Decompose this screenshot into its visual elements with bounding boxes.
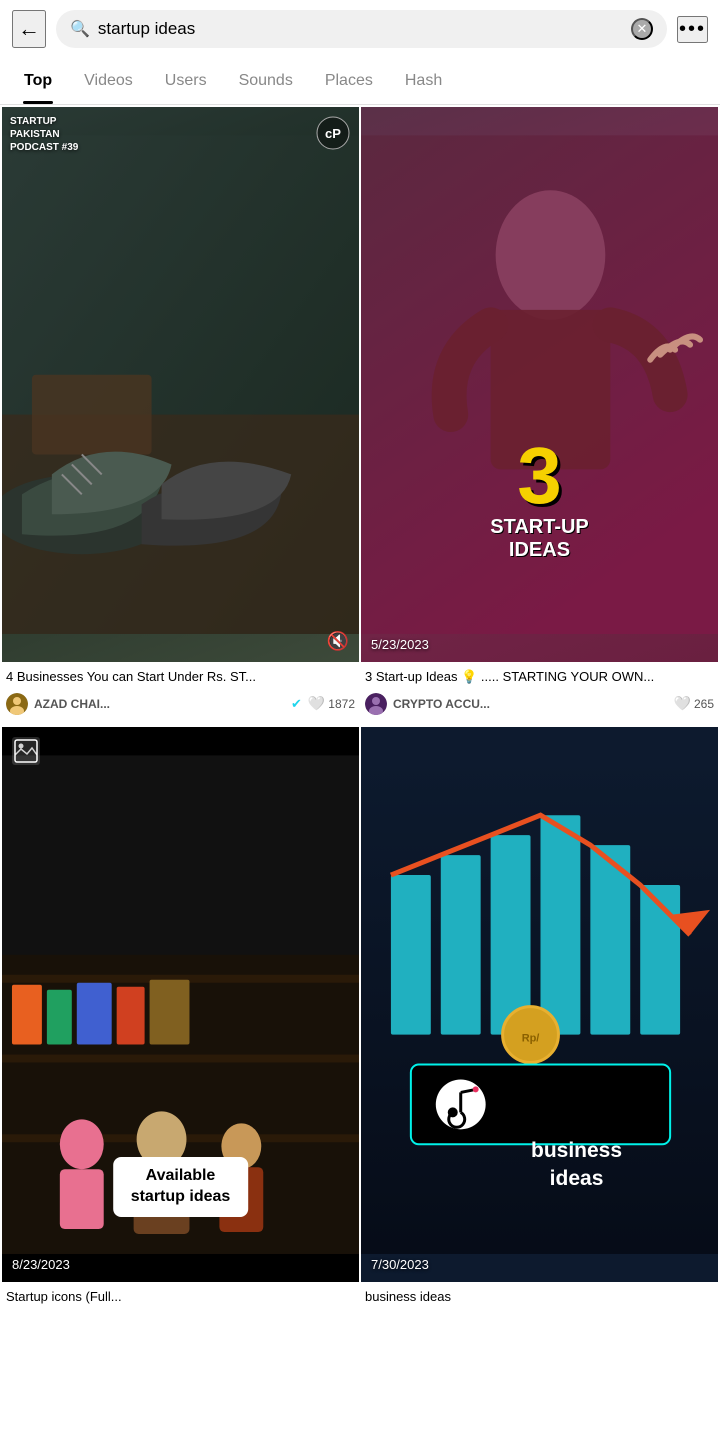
username-1: AZAD CHAI... xyxy=(34,697,285,711)
big-number-2: 3 xyxy=(490,436,589,516)
search-query-text: startup ideas xyxy=(98,19,623,39)
card-info-1: 4 Businesses You can Start Under Rs. ST.… xyxy=(2,662,359,724)
tabs-bar: Top Videos Users Sounds Places Hash xyxy=(0,58,720,105)
username-2: CRYPTO ACCU... xyxy=(393,697,668,711)
overlay-tl-1: STARTUPPAKISTANPODCAST #39 xyxy=(10,115,78,154)
tab-users[interactable]: Users xyxy=(149,58,223,104)
thumbnail-3: Availablestartup ideas 8/23/2023 xyxy=(2,727,359,1282)
thumbnail-1: STARTUPPAKISTANPODCAST #39 cP 🔇 xyxy=(2,107,359,662)
verified-badge-1: ✔ xyxy=(291,696,302,712)
number-text-2: START-UPIDEAS xyxy=(490,516,589,562)
likes-2: 🤍 265 xyxy=(674,695,714,712)
label-text-3: Availablestartup ideas xyxy=(131,1166,231,1208)
date-badge-4: 7/30/2023 xyxy=(371,1257,429,1272)
label-available-3: Availablestartup ideas xyxy=(113,1157,249,1217)
heart-icon-1: 🤍 xyxy=(308,695,325,712)
thumbnail-4: Rp/ businessideas 7/30/2023 xyxy=(361,727,718,1282)
more-options-button[interactable]: ••• xyxy=(677,16,708,43)
image-icon-3 xyxy=(12,737,40,770)
tab-hash[interactable]: Hash xyxy=(389,58,458,104)
video-card-3[interactable]: Availablestartup ideas 8/23/2023 Startup… xyxy=(2,727,359,1323)
card-info-2: 3 Start-up Ideas 💡 ..... STARTING YOUR O… xyxy=(361,662,718,724)
date-badge-3: 8/23/2023 xyxy=(12,1257,70,1272)
avatar-1 xyxy=(6,693,28,715)
number-overlay-2: 3 START-UPIDEAS xyxy=(490,436,589,562)
tab-sounds[interactable]: Sounds xyxy=(223,58,309,104)
heart-icon-2: 🤍 xyxy=(674,695,691,712)
thumbnail-2: 3 START-UPIDEAS 5/23/2023 xyxy=(361,107,718,662)
video-card-1[interactable]: STARTUPPAKISTANPODCAST #39 cP 🔇 4 Busine… xyxy=(2,107,359,725)
results-grid: STARTUPPAKISTANPODCAST #39 cP 🔇 4 Busine… xyxy=(0,105,720,1324)
search-icon: 🔍 xyxy=(70,19,90,39)
svg-text:cP: cP xyxy=(325,126,341,141)
back-button[interactable]: ← xyxy=(12,10,46,48)
card-info-4: business ideas xyxy=(361,1282,718,1322)
mute-icon-1: 🔇 xyxy=(327,631,349,652)
header: ← 🔍 startup ideas ✕ ••• xyxy=(0,0,720,58)
card-meta-1: AZAD CHAI... ✔ 🤍 1872 xyxy=(6,693,355,715)
card-meta-2: CRYPTO ACCU... 🤍 265 xyxy=(365,693,714,715)
tab-videos[interactable]: Videos xyxy=(68,58,149,104)
search-bar: 🔍 startup ideas ✕ xyxy=(56,10,667,48)
svg-text:Rp/: Rp/ xyxy=(522,1032,540,1044)
video-card-4[interactable]: Rp/ businessideas 7/30/2023 business ide… xyxy=(361,727,718,1323)
card-title-1: 4 Businesses You can Start Under Rs. ST.… xyxy=(6,668,355,686)
tiktok-business-text-4: businessideas xyxy=(531,1137,622,1192)
avatar-2 xyxy=(365,693,387,715)
clear-search-button[interactable]: ✕ xyxy=(631,18,653,40)
card-title-4: business ideas xyxy=(365,1288,714,1306)
card-title-3: Startup icons (Full... xyxy=(6,1288,355,1306)
video-card-2[interactable]: 3 START-UPIDEAS 5/23/2023 3 Start-up Ide… xyxy=(361,107,718,725)
tab-places[interactable]: Places xyxy=(309,58,389,104)
card-title-2: 3 Start-up Ideas 💡 ..... STARTING YOUR O… xyxy=(365,668,714,686)
tab-top[interactable]: Top xyxy=(8,58,68,104)
date-badge-2: 5/23/2023 xyxy=(371,637,429,652)
card-info-3: Startup icons (Full... xyxy=(2,1282,359,1322)
channel-logo-1: cP xyxy=(315,115,351,156)
likes-1: 🤍 1872 xyxy=(308,695,355,712)
